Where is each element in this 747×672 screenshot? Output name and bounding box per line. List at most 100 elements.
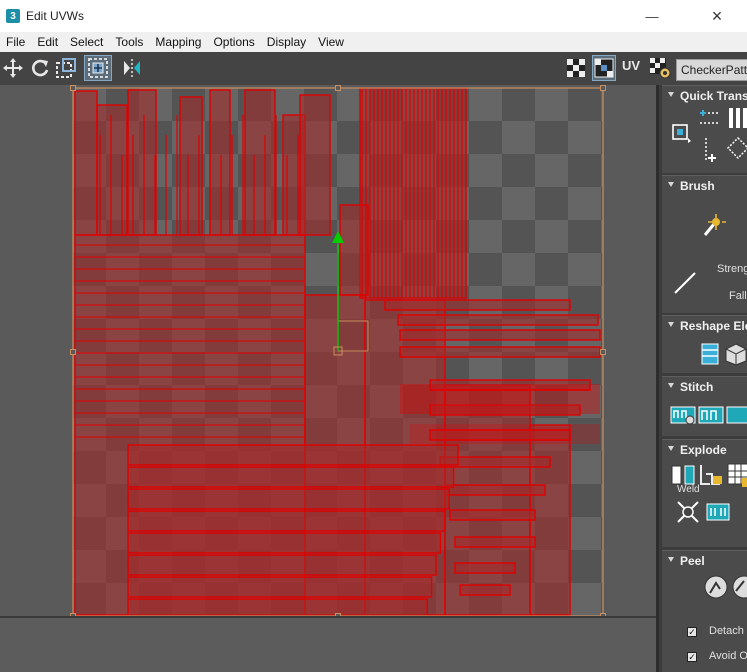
uv-shell[interactable] bbox=[454, 536, 536, 548]
brush-tool-button[interactable] bbox=[702, 212, 728, 238]
stitch-average-button[interactable] bbox=[698, 402, 724, 428]
move-icon bbox=[3, 58, 23, 78]
peel-icon bbox=[704, 575, 728, 599]
straighten-button[interactable] bbox=[698, 342, 722, 366]
brush-falloff-button[interactable] bbox=[672, 270, 698, 296]
weld-selected-button[interactable] bbox=[674, 498, 702, 526]
close-button[interactable]: × bbox=[697, 0, 737, 32]
weld-target-icon bbox=[677, 501, 699, 523]
peel-mode-button[interactable] bbox=[730, 573, 747, 601]
relax-cube-icon bbox=[725, 343, 747, 366]
uv-shell[interactable] bbox=[449, 509, 536, 521]
rollout-brush: Brush Streng Fallo bbox=[662, 175, 747, 313]
uv-shell[interactable] bbox=[127, 554, 437, 576]
bounds-handle[interactable] bbox=[600, 85, 606, 91]
menu-select[interactable]: Select bbox=[64, 35, 109, 49]
uv-shell[interactable] bbox=[399, 346, 601, 358]
stitch-source-icon bbox=[726, 406, 747, 424]
flatten-by-smoothing-button[interactable] bbox=[698, 462, 724, 488]
uv-shell[interactable] bbox=[127, 466, 455, 488]
rollout-title-brush[interactable]: Brush bbox=[680, 179, 715, 193]
menu-edit[interactable]: Edit bbox=[31, 35, 64, 49]
flatten-icon bbox=[700, 465, 722, 485]
rollout-title-explode[interactable]: Explode bbox=[680, 443, 727, 457]
uv-shell[interactable] bbox=[454, 562, 516, 574]
align-pivot-button[interactable] bbox=[670, 122, 692, 144]
menu-view[interactable]: View bbox=[312, 35, 350, 49]
uv-shell[interactable] bbox=[127, 89, 157, 236]
uv-shell[interactable] bbox=[444, 384, 531, 616]
uv-shell[interactable] bbox=[127, 532, 442, 554]
flatten-by-polygon-button[interactable] bbox=[726, 462, 747, 488]
menu-options[interactable]: Options bbox=[207, 35, 260, 49]
rollout-title-quick-transform[interactable]: Quick Transf bbox=[680, 89, 747, 103]
uv-mesh-overlay[interactable] bbox=[0, 85, 656, 672]
space-horizontal-button[interactable] bbox=[726, 136, 747, 160]
weld-edges-button[interactable] bbox=[704, 498, 732, 526]
texture-dropdown[interactable]: CheckerPatt... bbox=[676, 59, 747, 81]
viewport-bottom-area bbox=[0, 616, 656, 672]
space-vertical-button[interactable] bbox=[698, 136, 722, 164]
scale-tool-button[interactable] bbox=[54, 55, 78, 81]
align-vertical-button[interactable] bbox=[726, 106, 747, 130]
freeform-tool-button[interactable] bbox=[84, 55, 112, 81]
peel-mode-icon bbox=[732, 575, 747, 599]
uv-shell[interactable] bbox=[397, 314, 599, 326]
pivot-icon bbox=[672, 124, 691, 143]
rollout-quick-transform: Quick Transf bbox=[662, 85, 747, 173]
rollout-title-peel[interactable]: Peel bbox=[680, 554, 705, 568]
uv-shell[interactable] bbox=[209, 89, 231, 236]
uv-shell[interactable] bbox=[339, 204, 369, 296]
menu-file[interactable]: File bbox=[0, 35, 31, 49]
avoid-overlap-checkbox[interactable]: ✓ bbox=[687, 652, 697, 662]
mirror-tool-button[interactable] bbox=[120, 55, 144, 81]
uv-viewport[interactable] bbox=[0, 85, 656, 672]
rollout-arrow-icon[interactable] bbox=[668, 557, 674, 562]
scale-icon bbox=[56, 58, 76, 78]
uv-shell[interactable] bbox=[299, 94, 331, 236]
rollout-arrow-icon[interactable] bbox=[668, 383, 674, 388]
uv-shell[interactable] bbox=[444, 484, 546, 496]
quick-peel-button[interactable] bbox=[702, 573, 730, 601]
rotate-tool-button[interactable] bbox=[28, 55, 52, 81]
checker-toggle-button[interactable] bbox=[564, 55, 588, 81]
uv-shell[interactable] bbox=[384, 299, 571, 311]
uv-shell[interactable] bbox=[127, 444, 459, 466]
uv-shell[interactable] bbox=[529, 424, 571, 616]
uv-shell[interactable] bbox=[399, 329, 601, 341]
menu-display[interactable]: Display bbox=[261, 35, 312, 49]
bounds-handle[interactable] bbox=[70, 85, 76, 91]
uv-shell[interactable] bbox=[459, 584, 511, 596]
rollout-arrow-icon[interactable] bbox=[668, 446, 674, 451]
uv-channel-label[interactable]: UV bbox=[622, 58, 640, 73]
uv-shell[interactable] bbox=[74, 90, 98, 236]
menu-mapping[interactable]: Mapping bbox=[149, 35, 207, 49]
bounds-handle[interactable] bbox=[600, 349, 606, 355]
uv-shell[interactable] bbox=[127, 576, 433, 598]
rollout-arrow-icon[interactable] bbox=[668, 322, 674, 327]
freeform-icon bbox=[88, 58, 108, 78]
move-tool-button[interactable] bbox=[1, 55, 25, 81]
rollout-arrow-icon[interactable] bbox=[668, 182, 674, 187]
align-horizontal-icon bbox=[700, 110, 720, 124]
uv-shell[interactable] bbox=[244, 89, 276, 236]
minimize-button[interactable]: — bbox=[632, 0, 672, 32]
menu-tools[interactable]: Tools bbox=[109, 35, 149, 49]
bounds-handle[interactable] bbox=[70, 349, 76, 355]
rollout-arrow-icon[interactable] bbox=[668, 92, 674, 97]
relax-button[interactable] bbox=[724, 342, 747, 366]
rollout-title-reshape[interactable]: Reshape Ele bbox=[680, 319, 747, 333]
stitch-source-button[interactable] bbox=[726, 402, 747, 428]
uv-shell[interactable] bbox=[127, 510, 446, 532]
rollout-title-stitch[interactable]: Stitch bbox=[680, 380, 713, 394]
checker-icon bbox=[567, 59, 585, 77]
uv-shell[interactable] bbox=[429, 404, 581, 416]
uv-shell[interactable] bbox=[127, 488, 450, 510]
detach-checkbox[interactable]: ✓ bbox=[687, 627, 697, 637]
rollout-stitch: Stitch bbox=[662, 376, 747, 436]
align-horizontal-button[interactable] bbox=[698, 108, 722, 128]
texture-settings-button[interactable] bbox=[648, 55, 672, 81]
bounds-handle[interactable] bbox=[335, 85, 341, 91]
stitch-to-target-button[interactable] bbox=[670, 402, 696, 428]
show-map-button[interactable] bbox=[592, 55, 616, 81]
